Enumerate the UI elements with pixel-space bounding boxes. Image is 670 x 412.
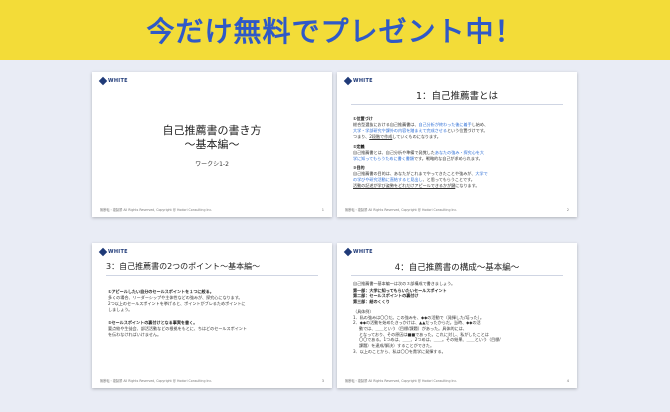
highlight-text: あなたの強み・探究心を大 (434, 149, 484, 155)
slide-title-line-2: 〜基本編〜 (184, 138, 240, 152)
slide-heading: 3：自己推薦書の2つのポイント〜基本編〜 (106, 262, 261, 271)
slide-footer: 無断転・複製禁 All Rights Reserved, Copyright @… (100, 379, 213, 383)
slide-subtitle: ワークシ1-2 (195, 160, 229, 168)
slide-thumbnail-4: WHITE 4：自己推薦書の構成〜基本編〜 自己推薦書〜基本編〜は次の３部構成で… (337, 243, 577, 388)
logo-text: WHITE (353, 248, 373, 255)
text-run: 自己推薦書の目的は、あなたがこれまでやってきたことや強みが、 (353, 171, 476, 177)
logo: WHITE (98, 247, 128, 257)
example-line: 3．以上のことから、私は〇〇を貴学に発揮する。 (353, 348, 446, 354)
underlined-text: 活動の記述が学び姿勢をどれだけアピールできるかが鍵 (353, 183, 456, 189)
body-line: しましょう。 (108, 306, 133, 312)
text-run: という位置づけです。 (446, 127, 488, 133)
heading-divider (351, 275, 563, 276)
slide-footer: 無断転・複製禁 All Rights Reserved, Copyright @… (345, 379, 458, 383)
slide-page-number: 4 (566, 379, 569, 383)
slide-page-number: 3 (321, 379, 324, 383)
body-line: を伝わなければいけません。 (108, 331, 162, 337)
underlined-text: 2段階で作成 (369, 133, 393, 139)
slide-heading: 1：自己推薦書とは (415, 91, 499, 102)
slide-page-number: 2 (566, 208, 569, 212)
promo-banner: 今だけ無料でプレゼント中！ (0, 0, 670, 60)
slide-body: 自己推薦書〜基本編〜は次の３部構成で書きましょう。 第一部：大学に知ってもらいた… (353, 281, 565, 355)
slide-body: ①位置づけ 総合型選抜における自己推薦書は、自己分析が終わった後に着手し始め、 … (353, 112, 565, 189)
slide-footer: 無断転・複製禁 All Rights Reserved, Copyright @… (345, 208, 458, 212)
logo-mark-icon (98, 76, 108, 86)
text-run: 総合型選抜における自己推薦書は、 (353, 121, 419, 127)
logo: WHITE (98, 76, 128, 86)
text-run: し始め、 (471, 121, 489, 127)
slide-thumbnail-3: WHITE 3：自己推薦書の2つのポイント〜基本編〜 ①アピールしたい自分のセー… (92, 243, 332, 388)
highlight-text: 学に知ってもらうために書く書類 (353, 155, 414, 161)
body-line: 学に知ってもらうために書く書類です。戦略的な自己が求められます。 (353, 156, 565, 162)
logo-text: WHITE (108, 248, 128, 255)
body-line: 活動の記述が学び姿勢をどれだけアピールできるかが鍵になります。 (353, 183, 565, 189)
text-run: つまり、 (353, 133, 370, 139)
text-run: 自己推薦書とは、自己分析や準備で発覚した (353, 149, 435, 155)
slide-heading: 4：自己推薦書の構成〜基本編〜 (394, 263, 520, 273)
slide-page-number: 1 (321, 208, 324, 212)
logo: WHITE (343, 76, 373, 86)
text-run: です。戦略的な自己が求められます。 (414, 155, 483, 161)
slide-thumbnail-2: WHITE 1：自己推薦書とは ①位置づけ 総合型選抜における自己推薦書は、自己… (337, 72, 577, 217)
slide-title-line-1: 自己推薦書の書き方 (162, 124, 262, 137)
heading-divider (106, 275, 318, 276)
slide-body: ①アピールしたい自分のセールスポイントを１つに絞る。 多くの場合、リーダーシップ… (108, 285, 320, 337)
text-run: していくものになります。 (392, 133, 441, 139)
heading-divider (351, 104, 563, 105)
logo: WHITE (343, 247, 373, 257)
highlight-text: の学びや研究活動に直結すると見出し (353, 177, 423, 183)
highlight-text: 大学で (475, 171, 488, 177)
logo-mark-icon (98, 247, 108, 257)
slide-title-block: 自己推薦書の書き方 〜基本編〜 ワークシ1-2 (92, 124, 332, 168)
body-line: 自己推薦書〜基本編〜は次の３部構成で書きましょう。 (353, 281, 456, 286)
banner-text: 今だけ無料でプレゼント中！ (146, 15, 524, 48)
slide-thumbnail-1: WHITE 自己推薦書の書き方 〜基本編〜 ワークシ1-2 無断転・複製禁 Al… (92, 72, 332, 217)
highlight-text: 大学・学部研究や課外の内容を踏まえて完成させる (353, 127, 447, 133)
logo-mark-icon (343, 76, 353, 86)
structure-part: 第三部：結のくくり (353, 299, 390, 305)
highlight-text: 自己分析が終わった後に着手 (418, 121, 472, 127)
logo-text: WHITE (353, 77, 373, 84)
body-line: つまり、2段階で作成していくものになります。 (353, 134, 565, 140)
text-run: 、と思ってもらうことです。 (422, 177, 475, 183)
text-run: になります。 (455, 183, 480, 189)
logo-mark-icon (343, 247, 353, 257)
slide-footer: 無断転・複製禁 All Rights Reserved, Copyright @… (100, 208, 213, 212)
logo-text: WHITE (108, 77, 128, 84)
